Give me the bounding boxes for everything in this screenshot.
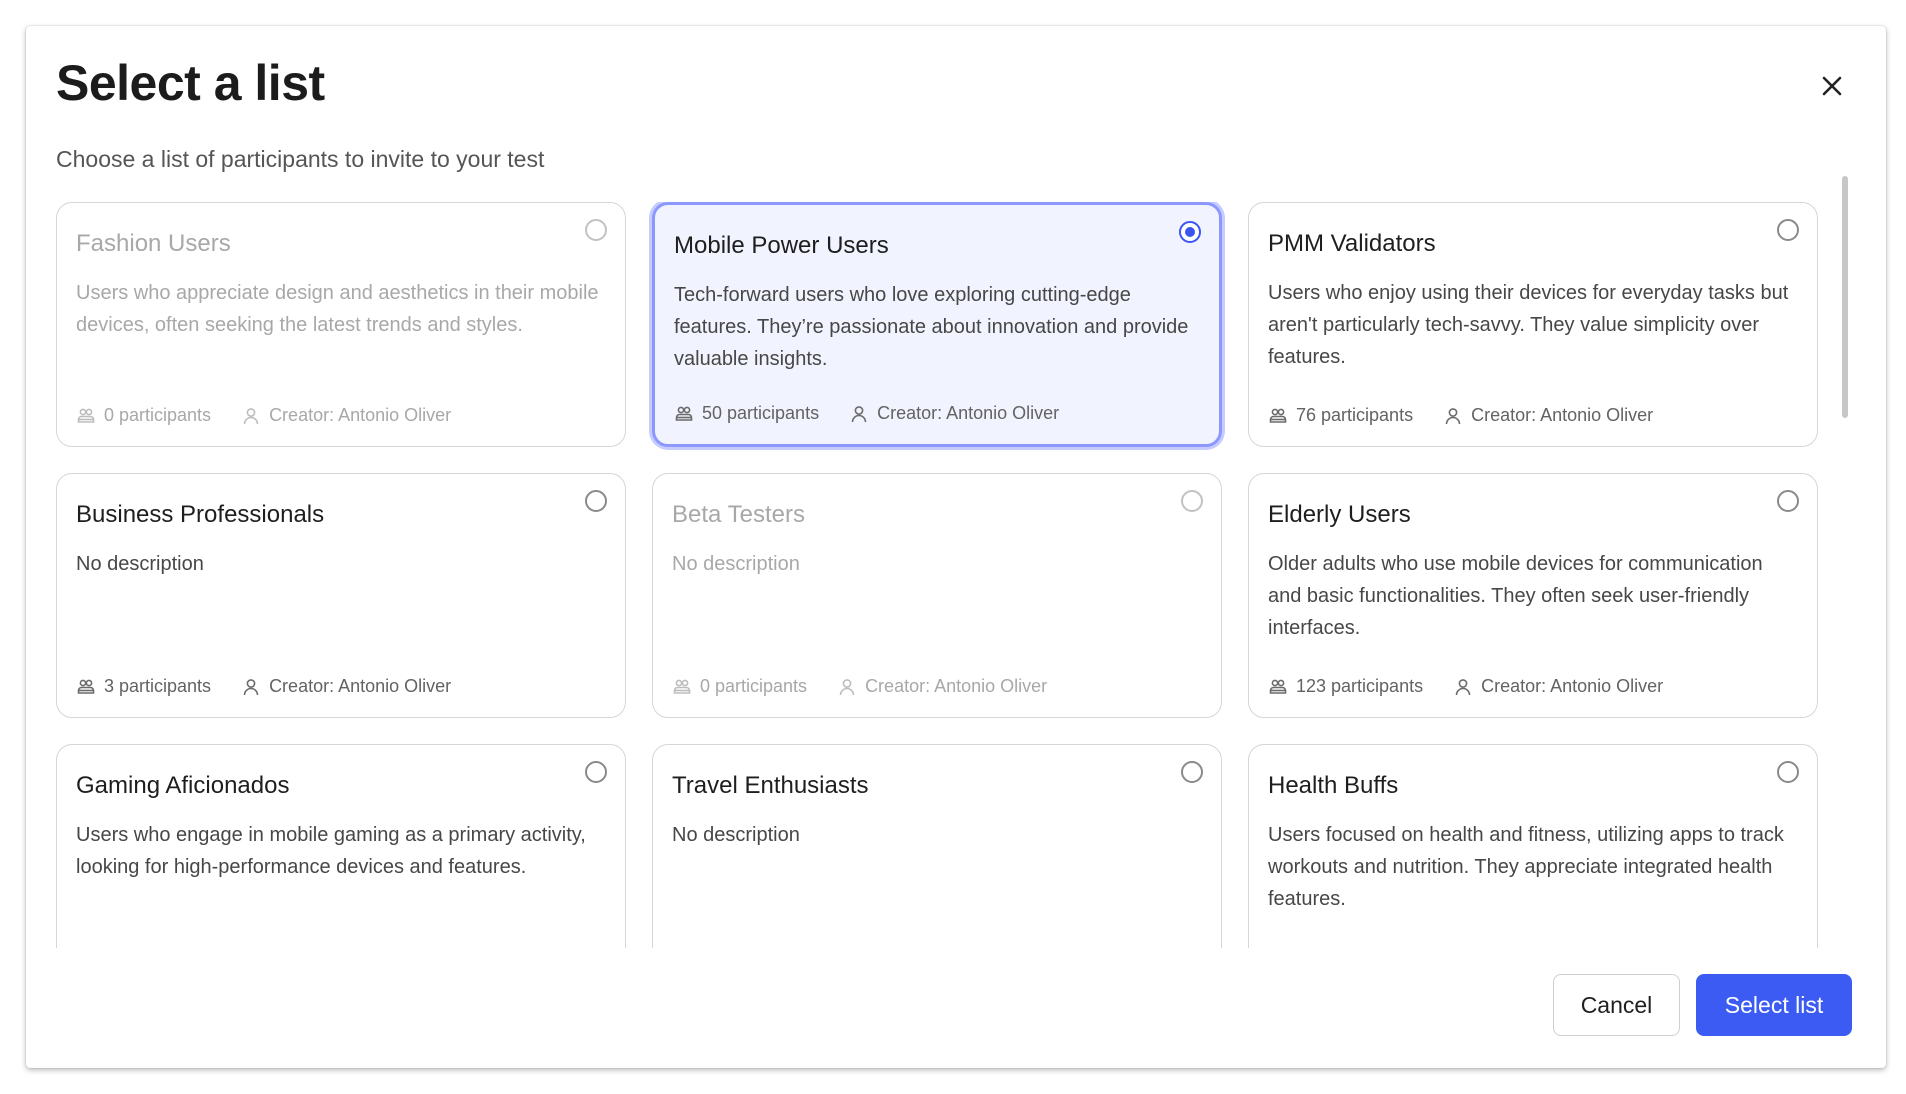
radio-button[interactable]	[585, 761, 607, 783]
dialog-title: Select a list	[56, 55, 325, 111]
participants-label: 0 participants	[700, 676, 808, 696]
user-icon	[1453, 677, 1473, 697]
list-card[interactable]: Gaming Aficionados Users who engage in m…	[56, 744, 626, 948]
creator-label: Creator: Antonio Oliver	[865, 676, 1048, 696]
radio-button[interactable]	[1777, 490, 1799, 512]
creator-info: Creator: Antonio Oliver	[1443, 405, 1653, 426]
list-card-description: Users who enjoy using their devices for …	[1268, 282, 1789, 368]
list-card-description: No description	[672, 553, 800, 575]
list-card[interactable]: Beta Testers No description 0 participan…	[652, 473, 1222, 718]
creator-info: Creator: Antonio Oliver	[837, 676, 1047, 697]
list-scroll-area[interactable]: Fashion Users Users who appreciate desig…	[56, 202, 1846, 948]
creator-info: Creator: Antonio Oliver	[1453, 676, 1663, 697]
list-card-description: No description	[76, 553, 204, 575]
participants-count: 50 participants	[674, 403, 819, 424]
select-list-button[interactable]: Select list	[1696, 974, 1852, 1036]
radio-button[interactable]	[585, 219, 607, 241]
list-card-description: No description	[672, 824, 800, 846]
list-card-meta: 0 participants Creator: Antonio Oliver	[672, 676, 1047, 697]
participants-label: 76 participants	[1296, 405, 1414, 425]
group-icon	[672, 677, 692, 697]
user-icon	[837, 677, 857, 697]
radio-button[interactable]	[1777, 761, 1799, 783]
list-card-meta: 3 participants Creator: Antonio Oliver	[76, 676, 451, 697]
group-icon	[1268, 406, 1288, 426]
user-icon	[241, 406, 261, 426]
list-card-title: Gaming Aficionados	[76, 772, 290, 799]
list-card[interactable]: Health Buffs Users focused on health and…	[1248, 744, 1818, 948]
participants-label: 0 participants	[104, 405, 212, 425]
group-icon	[1268, 677, 1288, 697]
creator-info: Creator: Antonio Oliver	[241, 405, 451, 426]
list-card-description: Users focused on health and fitness, uti…	[1268, 824, 1784, 910]
participants-label: 123 participants	[1296, 676, 1424, 696]
list-card[interactable]: Mobile Power Users Tech-forward users wh…	[652, 202, 1222, 447]
creator-label: Creator: Antonio Oliver	[269, 405, 452, 425]
scrollbar[interactable]	[1842, 176, 1848, 418]
list-card-title: Health Buffs	[1268, 772, 1399, 799]
select-list-dialog: Select a list Choose a list of participa…	[26, 26, 1886, 1068]
participants-label: 50 participants	[702, 403, 820, 423]
list-card-title: Elderly Users	[1268, 501, 1411, 528]
radio-button[interactable]	[1181, 761, 1203, 783]
creator-label: Creator: Antonio Oliver	[1471, 405, 1654, 425]
creator-label: Creator: Antonio Oliver	[269, 676, 452, 696]
list-card-description: Users who engage in mobile gaming as a p…	[76, 824, 586, 878]
user-icon	[1443, 406, 1463, 426]
creator-label: Creator: Antonio Oliver	[1481, 676, 1664, 696]
participants-count: 3 participants	[76, 676, 211, 697]
list-card-title: Business Professionals	[76, 501, 325, 528]
list-card-description: Tech-forward users who love exploring cu…	[674, 284, 1189, 370]
list-card-title: Mobile Power Users	[674, 232, 889, 259]
list-card-meta: 50 participants Creator: Antonio Oliver	[674, 403, 1059, 424]
list-card-description: Older adults who use mobile devices for …	[1268, 553, 1763, 639]
user-icon	[241, 677, 261, 697]
list-grid: Fashion Users Users who appreciate desig…	[56, 202, 1846, 948]
close-icon[interactable]	[1812, 66, 1852, 106]
list-card-title: Beta Testers	[672, 501, 805, 528]
group-icon	[76, 406, 96, 426]
radio-button[interactable]	[1181, 490, 1203, 512]
dialog-footer: Cancel Select list	[1553, 974, 1852, 1036]
list-card[interactable]: Business Professionals No description 3 …	[56, 473, 626, 718]
participants-count: 0 participants	[76, 405, 211, 426]
list-card-title: Travel Enthusiasts	[672, 772, 869, 799]
list-card-meta: 0 participants Creator: Antonio Oliver	[76, 405, 451, 426]
participants-count: 123 participants	[1268, 676, 1423, 697]
participants-count: 76 participants	[1268, 405, 1413, 426]
list-card[interactable]: PMM Validators Users who enjoy using the…	[1248, 202, 1818, 447]
list-card-meta: 76 participants Creator: Antonio Oliver	[1268, 405, 1653, 426]
radio-button[interactable]	[1777, 219, 1799, 241]
participants-count: 0 participants	[672, 676, 807, 697]
list-card[interactable]: Fashion Users Users who appreciate desig…	[56, 202, 626, 447]
list-card-meta: 123 participants Creator: Antonio Oliver	[1268, 676, 1663, 697]
list-card[interactable]: Elderly Users Older adults who use mobil…	[1248, 473, 1818, 718]
creator-label: Creator: Antonio Oliver	[877, 403, 1060, 423]
creator-info: Creator: Antonio Oliver	[849, 403, 1059, 424]
creator-info: Creator: Antonio Oliver	[241, 676, 451, 697]
list-card[interactable]: Travel Enthusiasts No description	[652, 744, 1222, 948]
list-card-title: PMM Validators	[1268, 230, 1436, 257]
cancel-button[interactable]: Cancel	[1553, 974, 1680, 1036]
radio-button[interactable]	[585, 490, 607, 512]
list-card-description: Users who appreciate design and aestheti…	[76, 282, 599, 336]
radio-button[interactable]	[1179, 221, 1201, 243]
participants-label: 3 participants	[104, 676, 212, 696]
group-icon	[674, 404, 694, 424]
dialog-subtitle: Choose a list of participants to invite …	[56, 146, 545, 172]
user-icon	[849, 404, 869, 424]
list-card-title: Fashion Users	[76, 230, 231, 257]
group-icon	[76, 677, 96, 697]
